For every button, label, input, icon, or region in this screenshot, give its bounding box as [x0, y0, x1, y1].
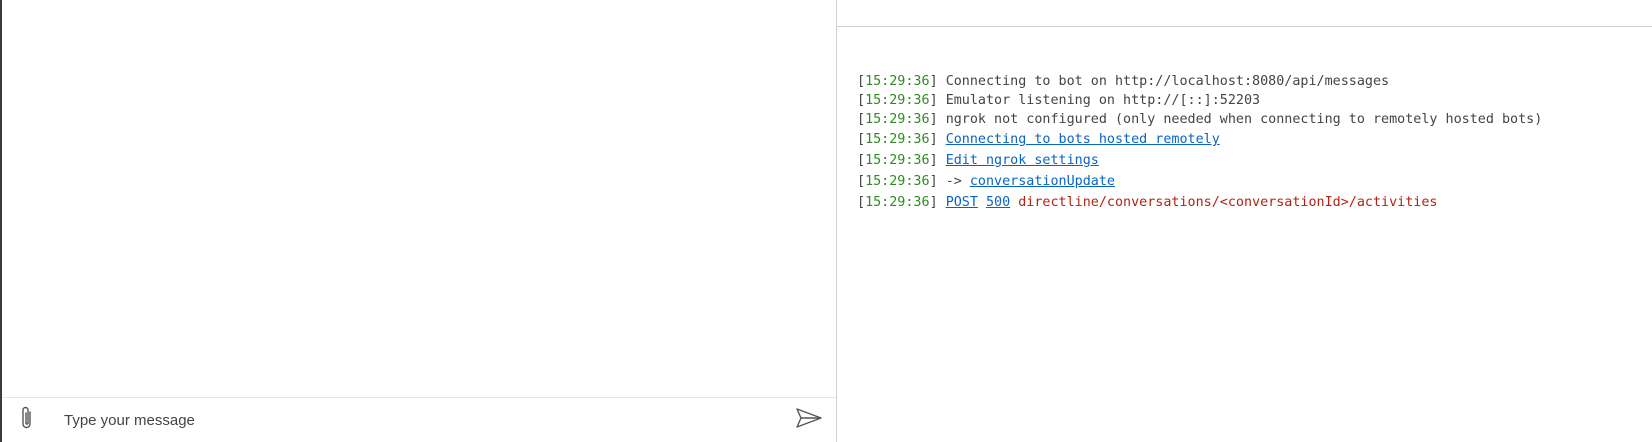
conversation-update-link[interactable]: conversationUpdate	[970, 174, 1115, 189]
status-500-link[interactable]: 500	[986, 195, 1010, 210]
log-entry: [15:29:36] Emulator listening on http://…	[857, 91, 1542, 110]
chat-pane	[2, 0, 836, 442]
log-entry: [15:29:36] Connecting to bot on http://l…	[857, 72, 1542, 91]
log-timestamp: [15:29:36]	[857, 132, 938, 147]
log-timestamp: [15:29:36]	[857, 195, 938, 210]
log-message: Emulator listening on http://[::]:52203	[945, 93, 1261, 108]
log-arrow: ->	[945, 174, 962, 189]
log-entry: [15:29:36] Edit ngrok settings	[857, 150, 1542, 171]
log-message: Connecting to bot on http://localhost:80…	[945, 74, 1390, 89]
post-method-link[interactable]: POST	[946, 195, 978, 210]
log-entry: [15:29:36] Connecting to bots hosted rem…	[857, 129, 1542, 150]
log-entry: [15:29:36] -> conversationUpdate	[857, 171, 1542, 192]
send-button[interactable]	[782, 398, 836, 442]
log-timestamp: [15:29:36]	[857, 74, 938, 89]
log-timestamp: [15:29:36]	[857, 174, 938, 189]
message-composer	[2, 397, 836, 442]
edit-ngrok-settings-link[interactable]: Edit ngrok settings	[946, 153, 1099, 168]
log-entry: [15:29:36] POST 500 directline/conversat…	[857, 192, 1542, 213]
attach-button[interactable]	[2, 398, 52, 442]
log-message: ngrok not configured (only needed when c…	[945, 112, 1543, 127]
log-list: [15:29:36] Connecting to bot on http://l…	[857, 72, 1542, 213]
paperclip-icon	[19, 405, 35, 436]
log-entry: [15:29:36] ngrok not configured (only ne…	[857, 110, 1542, 129]
remote-bots-link[interactable]: Connecting to bots hosted remotely	[946, 132, 1220, 147]
log-timestamp: [15:29:36]	[857, 153, 938, 168]
log-header	[837, 0, 1652, 27]
log-timestamp: [15:29:36]	[857, 93, 938, 108]
send-icon	[795, 407, 823, 434]
chat-transcript[interactable]	[2, 0, 836, 397]
log-pane: [15:29:36] Connecting to bot on http://l…	[837, 0, 1652, 442]
message-input[interactable]	[52, 400, 782, 440]
request-path: directline/conversations/<conversationId…	[1018, 195, 1438, 210]
log-timestamp: [15:29:36]	[857, 112, 938, 127]
